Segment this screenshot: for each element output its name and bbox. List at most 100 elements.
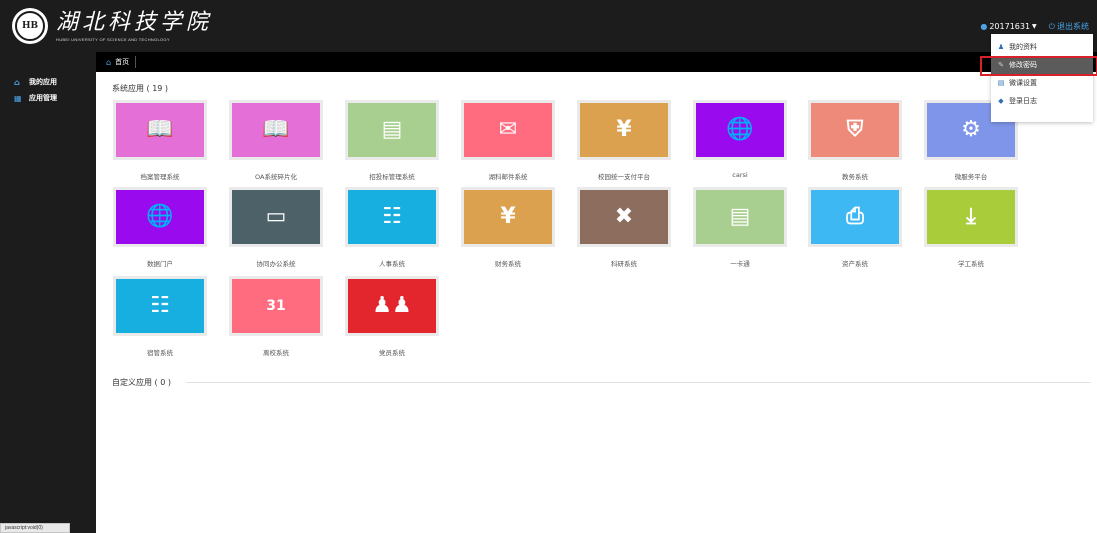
book-icon: 📖 [262, 117, 290, 142]
app-tile-button[interactable]: ▭ [229, 187, 323, 247]
menu-item-my-profile[interactable]: ♟ 我的资料 [991, 38, 1093, 56]
app-tile[interactable]: ⛨ 教务系统 [808, 100, 902, 192]
app-tile[interactable]: 🌐 数据门户 [113, 187, 207, 279]
breadcrumb: ⌂ 首页 [96, 52, 1097, 72]
app-tile-label: 协同办公系统 [256, 260, 296, 268]
app-tile-button[interactable]: ⛨ [808, 100, 902, 160]
app-tile-label: 离校系统 [263, 349, 289, 357]
app-tile[interactable]: ⤓ 学工系统 [924, 187, 1018, 279]
top-bar: HB 湖北科技学院 HUBEI UNIVERSITY OF SCIENCE AN… [0, 0, 1097, 52]
app-tile[interactable]: ¥ 财务系统 [461, 187, 555, 279]
app-tile[interactable]: 31 离校系统 [229, 276, 323, 368]
envelope-icon: ✉ [498, 117, 518, 142]
app-tile[interactable]: ▭ 协同办公系统 [229, 187, 323, 279]
app-tile[interactable]: ⎙ 资产系统 [808, 187, 902, 279]
menu-item-label: 登录日志 [1009, 97, 1037, 105]
user-icon: ♟ [997, 43, 1005, 51]
app-tile-label: 档案管理系统 [140, 173, 180, 181]
app-tile[interactable]: ▤ 招投标管理系统 [345, 100, 439, 192]
logout-label: 退出系统 [1057, 22, 1089, 31]
download-tray-icon: ⤓ [966, 204, 976, 229]
app-tile-button[interactable]: ✖ [577, 187, 671, 247]
app-tile[interactable]: 📖 OA系统碎片化 [229, 100, 323, 192]
app-tile[interactable]: 🌐 carsi [693, 100, 787, 192]
app-tile-label: 人事系统 [379, 260, 405, 268]
user-dropdown-menu: ♟ 我的资料 ✎ 修改密码 ▤ 微课设置 ◆ 登录日志 [991, 34, 1093, 122]
app-tile-button[interactable]: ⎙ [808, 187, 902, 247]
highlight-annotation [980, 56, 1097, 76]
grid-icon: ▦ [14, 93, 22, 103]
app-tile-button[interactable]: ♟♟ [345, 276, 439, 336]
university-seal: HB [12, 8, 48, 44]
menu-item-login-log[interactable]: ◆ 登录日志 [991, 92, 1093, 110]
monitor-icon: ▭ [265, 204, 287, 229]
breadcrumb-divider [135, 56, 137, 68]
app-tile-label: 党员系统 [379, 349, 405, 357]
globe-laptop-icon: 🌐 [146, 204, 174, 229]
money-hand-icon: ¥ [616, 117, 632, 142]
status-bar-url: javascript:void(0) [0, 523, 70, 533]
seal-emblem-icon: HB [15, 11, 45, 41]
app-tile-label: 湖科邮件系统 [488, 173, 528, 181]
app-tile[interactable]: ☷ 人事系统 [345, 187, 439, 279]
app-tile[interactable]: ✉ 湖科邮件系统 [461, 100, 555, 192]
sidebar-item-my-apps[interactable]: ⌂ 我的应用 [0, 74, 96, 90]
tools-icon: ✖ [614, 204, 634, 229]
sidebar: ⌂ 我的应用 ▦ 应用管理 javascript:void(0) [0, 52, 96, 533]
briefcase-icon: ⛨ [846, 117, 864, 142]
menu-item-label: 微课设置 [1009, 79, 1037, 87]
contact-book-icon: ☷ [150, 293, 170, 318]
tag-icon: ◆ [998, 97, 1004, 105]
app-tile-label: 一卡通 [730, 260, 750, 268]
logo-english-name: HUBEI UNIVERSITY OF SCIENCE AND TECHNOLO… [56, 36, 170, 42]
app-tile[interactable]: ☷ 宿管系统 [113, 276, 207, 368]
app-tile-button[interactable]: ▤ [345, 100, 439, 160]
users-icon: ♟♟ [372, 293, 412, 318]
app-tile[interactable]: ¥ 校园统一支付平台 [577, 100, 671, 192]
caret-down-icon: ▼ [1032, 23, 1037, 30]
app-tile-button[interactable]: 31 [229, 276, 323, 336]
database-gear-icon: ⚙ [961, 117, 981, 142]
logo-text: 湖北科技学院 HUBEI UNIVERSITY OF SCIENCE AND T… [56, 10, 212, 42]
card-icon: ▤ [997, 79, 1005, 87]
user-area: ● 20171631 ▼ ⏻ 退出系统 [980, 21, 1089, 32]
app-tile[interactable]: ✖ 科研系统 [577, 187, 671, 279]
app-tile-button[interactable]: 📖 [229, 100, 323, 160]
app-tile[interactable]: ▤ 一卡通 [693, 187, 787, 279]
app-tile-button[interactable]: ✉ [461, 100, 555, 160]
menu-item-course-settings[interactable]: ▤ 微课设置 [991, 74, 1093, 92]
sidebar-item-app-management[interactable]: ▦ 应用管理 [0, 90, 96, 106]
app-tile-label: 数据门户 [147, 260, 173, 268]
app-tile-button[interactable]: ☷ [113, 276, 207, 336]
app-tile-button[interactable]: ¥ [461, 187, 555, 247]
app-tile-label: 微服务平台 [954, 173, 988, 181]
book-icon: 📖 [146, 117, 174, 142]
printer-icon: ⎙ [846, 204, 864, 229]
app-tile[interactable]: 📖 档案管理系统 [113, 100, 207, 192]
sidebar-item-label: 应用管理 [29, 94, 57, 102]
custom-apps-title: 自定义应用 ( 0 ) [112, 378, 171, 387]
app-tile-button[interactable]: ▤ [693, 187, 787, 247]
app-tile-button[interactable]: ⤓ [924, 187, 1018, 247]
sidebar-item-label: 我的应用 [29, 78, 57, 86]
app-tile-button[interactable]: ☷ [345, 187, 439, 247]
app-tile-label: 学工系统 [958, 260, 984, 268]
university-logo[interactable]: HB 湖北科技学院 HUBEI UNIVERSITY OF SCIENCE AN… [12, 7, 212, 45]
system-apps-title: 系统应用 ( 19 ) [112, 84, 169, 93]
user-menu-toggle[interactable]: ● 20171631 ▼ [980, 22, 1036, 31]
app-tile-button[interactable]: ¥ [577, 100, 671, 160]
app-tile-label: 宿管系统 [147, 349, 173, 357]
app-tile-label: 资产系统 [842, 260, 868, 268]
app-tile-button[interactable]: 📖 [113, 100, 207, 160]
logout-link[interactable]: ⏻ 退出系统 [1049, 21, 1089, 32]
app-tile-button[interactable]: 🌐 [113, 187, 207, 247]
money-hand-icon: ¥ [500, 204, 516, 229]
app-tile-label: 财务系统 [495, 260, 521, 268]
breadcrumb-home-link[interactable]: 首页 [115, 57, 129, 67]
app-tile-label: OA系统碎片化 [255, 173, 297, 181]
app-tile-button[interactable]: 🌐 [693, 100, 787, 160]
user-icon: ● [980, 22, 988, 31]
section-divider [186, 382, 1091, 383]
app-tile[interactable]: ♟♟ 党员系统 [345, 276, 439, 368]
app-tile-label: 教务系统 [842, 173, 868, 181]
